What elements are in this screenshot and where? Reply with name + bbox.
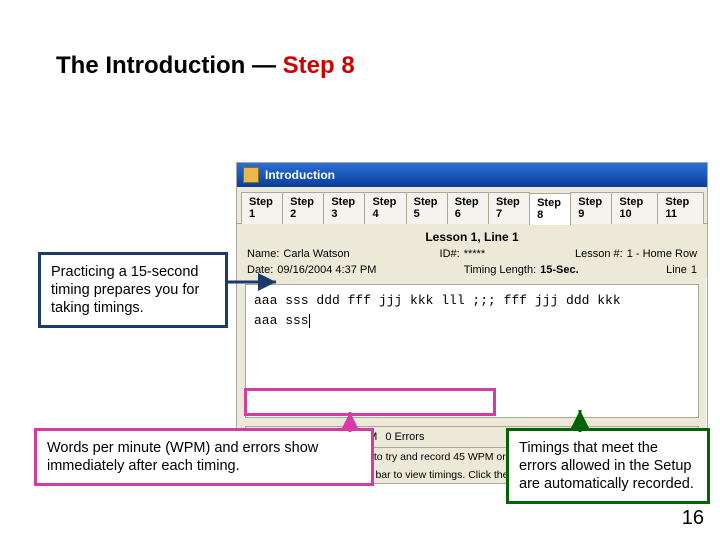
info-row-2: Date: 09/16/2004 4:37 PM Timing Length: …: [237, 262, 707, 278]
tab-step-3[interactable]: Step 3: [323, 192, 365, 224]
tab-step-7[interactable]: Step 7: [488, 192, 530, 224]
callout-practice-text: Practicing a 15-second timing prepares y…: [51, 264, 199, 316]
typing-line-1: aaa sss ddd fff jjj kkk lll ;;; fff jjj …: [254, 293, 621, 308]
id-label: ID#:: [440, 248, 460, 260]
tab-step-1[interactable]: Step 1: [241, 192, 283, 224]
lesson-no-label: Lesson #:: [575, 248, 623, 260]
step-tabs: Step 1 Step 2 Step 3 Step 4 Step 5 Step …: [237, 187, 707, 224]
tab-step-5[interactable]: Step 5: [406, 192, 448, 224]
timing-score-errors: 0 Errors: [385, 431, 424, 443]
timing-len-label: Timing Length:: [464, 264, 536, 276]
line-label: Line: [666, 264, 687, 276]
text-cursor: [309, 314, 310, 328]
tab-step-4[interactable]: Step 4: [364, 192, 406, 224]
typing-area[interactable]: aaa sss ddd fff jjj kkk lll ;;; fff jjj …: [245, 284, 699, 418]
id-value: *****: [464, 248, 485, 260]
callout-best-speeds-text: Timings that meet the errors allowed in …: [519, 440, 694, 492]
typing-line-2: aaa sss: [254, 313, 309, 328]
tab-step-2[interactable]: Step 2: [282, 192, 324, 224]
slide-title-prefix: The Introduction —: [56, 52, 283, 79]
tab-step-8[interactable]: Step 8: [529, 193, 571, 225]
name-value: Carla Watson: [283, 248, 349, 260]
tab-step-9[interactable]: Step 9: [570, 192, 612, 224]
line-value: 1: [691, 264, 697, 276]
window-title: Introduction: [265, 168, 335, 182]
slide-title-step: Step 8: [283, 52, 355, 79]
date-value: 09/16/2004 4:37 PM: [277, 264, 376, 276]
page-number: 16: [682, 507, 704, 530]
name-label: Name:: [247, 248, 279, 260]
tab-step-6[interactable]: Step 6: [447, 192, 489, 224]
tab-step-10[interactable]: Step 10: [611, 192, 658, 224]
app-icon: [243, 167, 259, 183]
info-row-1: Name: Carla Watson ID#: ***** Lesson #: …: [237, 246, 707, 262]
callout-best-speeds: Timings that meet the errors allowed in …: [506, 428, 710, 504]
slide-title: The Introduction — Step 8: [56, 52, 355, 80]
tab-step-11[interactable]: Step 11: [657, 192, 704, 224]
lesson-no-value: 1 - Home Row: [627, 248, 697, 260]
callout-wpm-errors: Words per minute (WPM) and errors show i…: [34, 428, 374, 486]
callout-wpm-errors-text: Words per minute (WPM) and errors show i…: [47, 440, 318, 474]
callout-practice: Practicing a 15-second timing prepares y…: [38, 252, 228, 328]
window-titlebar: Introduction: [237, 163, 707, 187]
lesson-header: Lesson 1, Line 1: [237, 224, 707, 246]
timing-len-value: 15-Sec.: [540, 264, 579, 276]
date-label: Date:: [247, 264, 273, 276]
